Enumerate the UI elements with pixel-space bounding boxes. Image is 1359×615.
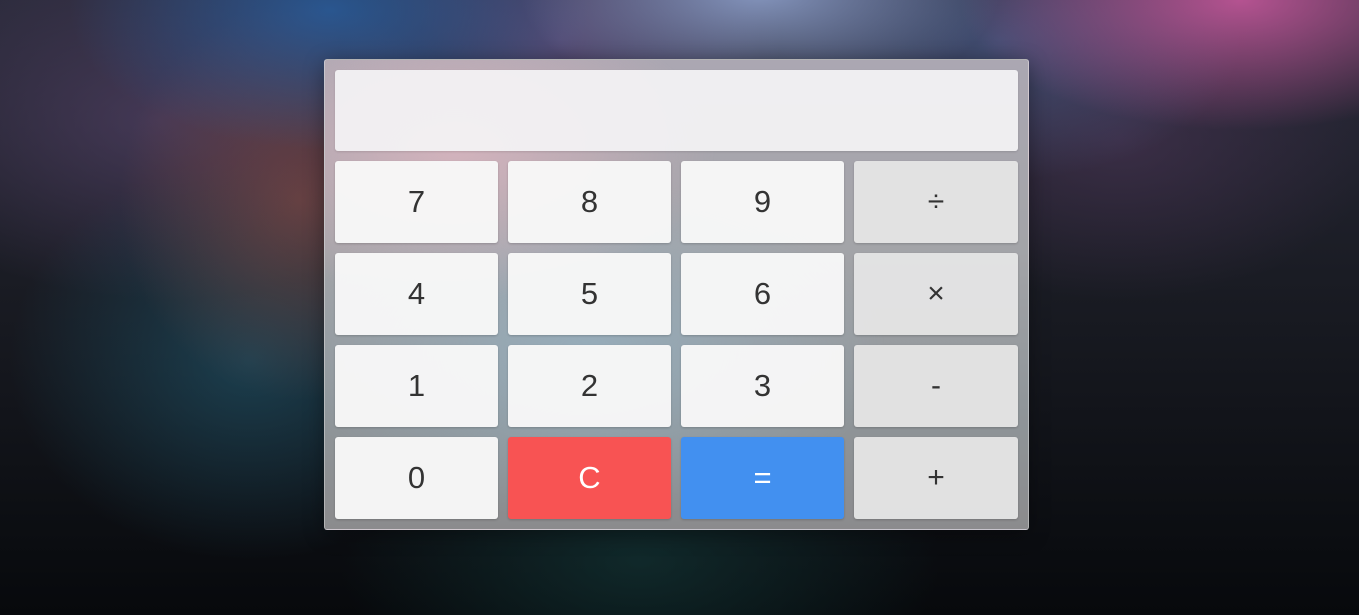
digit-8-button[interactable]: 8 — [508, 161, 671, 243]
clear-button[interactable]: C — [508, 437, 671, 519]
add-button[interactable]: + — [854, 437, 1018, 519]
digit-6-button[interactable]: 6 — [681, 253, 844, 335]
equals-button[interactable]: = — [681, 437, 844, 519]
multiply-button[interactable]: × — [854, 253, 1018, 335]
digit-1-button[interactable]: 1 — [335, 345, 498, 427]
digit-2-button[interactable]: 2 — [508, 345, 671, 427]
subtract-button[interactable]: - — [854, 345, 1018, 427]
keypad: 7 8 9 ÷ 4 5 6 × 1 2 3 - 0 C = + — [335, 161, 1019, 520]
calculator-display[interactable] — [335, 70, 1018, 151]
digit-3-button[interactable]: 3 — [681, 345, 844, 427]
digit-4-button[interactable]: 4 — [335, 253, 498, 335]
digit-0-button[interactable]: 0 — [335, 437, 498, 519]
digit-5-button[interactable]: 5 — [508, 253, 671, 335]
digit-9-button[interactable]: 9 — [681, 161, 844, 243]
divide-button[interactable]: ÷ — [854, 161, 1018, 243]
digit-7-button[interactable]: 7 — [335, 161, 498, 243]
calculator-panel: 7 8 9 ÷ 4 5 6 × 1 2 3 - 0 C = + — [324, 59, 1029, 530]
